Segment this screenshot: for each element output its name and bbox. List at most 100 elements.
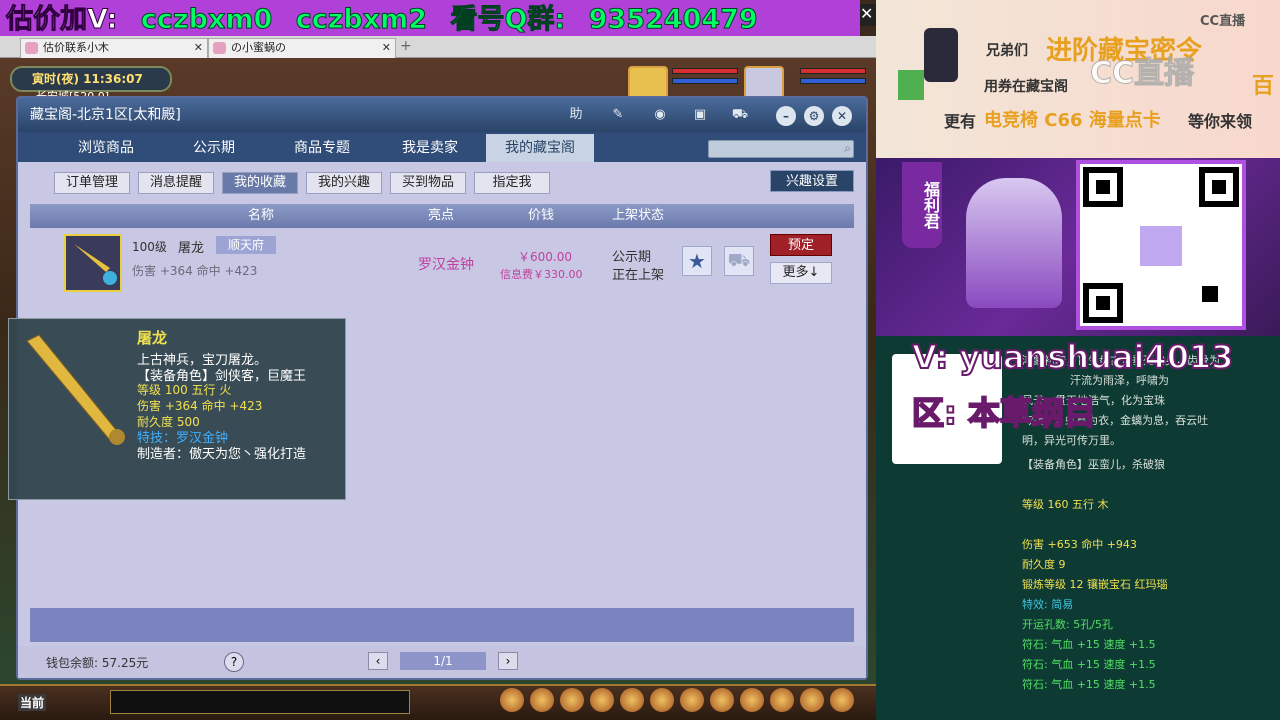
tab-seller[interactable]: 我是卖家 xyxy=(376,134,484,162)
browser-tab-2[interactable]: の小蜜蜗の ✕ xyxy=(208,38,396,58)
wallet-balance: 钱包余额: 57.25元 xyxy=(46,656,149,670)
table-header: 名称 亮点 价钱 上架状态 xyxy=(30,204,854,228)
info-line: 等级 160 五行 木 xyxy=(1022,498,1109,511)
favorite-star-icon[interactable]: ★ xyxy=(682,246,712,276)
cart-icon[interactable]: ⛟ xyxy=(730,106,750,124)
cc-logo-small: CC直播 xyxy=(1200,14,1246,29)
tab-close-icon[interactable]: ✕ xyxy=(194,39,203,57)
info-line: 明，异光可传万里。 xyxy=(1022,434,1121,447)
status-line-1: 公示期 xyxy=(612,250,652,265)
info-line: 伤害 +653 命中 +943 xyxy=(1022,538,1137,551)
chat-icon[interactable]: ▣ xyxy=(690,106,710,124)
browser-tab-bar: 估价联系小木 ✕ の小蜜蜗の ✕ xyxy=(0,36,876,58)
promo-banner: 估价加V: cczbxm0 cczbxm2 看号Q群: 935240479 xyxy=(0,0,860,40)
game-clock-time: 11:36:07 xyxy=(83,72,143,86)
gear-icon[interactable]: ⚙ xyxy=(804,106,824,126)
area-overlay: 区: 本草纲目 xyxy=(911,393,1097,433)
col-status: 上架状态 xyxy=(612,208,665,223)
browser-tab-label: の小蜜蜗の xyxy=(231,41,286,54)
search-input[interactable]: ⌕ xyxy=(708,140,854,158)
character-art xyxy=(966,178,1062,308)
item-highlight: 罗汉金钟 xyxy=(418,257,474,273)
contact-overlay: V: yuanshuai4013 xyxy=(911,337,1235,377)
info-line: 特效: 简易 xyxy=(1022,598,1074,611)
new-tab-icon[interactable]: + xyxy=(400,38,414,54)
ad-line-3b: 电竞椅 C66 海量点卡 xyxy=(984,110,1161,131)
more-button[interactable]: 更多↓ xyxy=(770,262,832,284)
minimize-icon[interactable]: – xyxy=(776,106,796,126)
info-fee: 信息费￥330.00 xyxy=(500,268,583,281)
menu-icon-1[interactable] xyxy=(500,688,524,712)
tab-browse[interactable]: 浏览商品 xyxy=(52,134,160,162)
banner-text-5: 935240479 xyxy=(588,4,758,36)
tooltip-maker: 制造者：傲天为您丶强化打造 xyxy=(137,447,307,462)
tab-close-icon[interactable]: ✕ xyxy=(382,39,391,57)
menu-icon-6[interactable] xyxy=(650,688,674,712)
subtab-messages[interactable]: 消息提醒 xyxy=(138,172,214,194)
reserve-button[interactable]: 预定 xyxy=(770,234,832,256)
prev-page-icon[interactable]: ‹ xyxy=(368,652,388,670)
close-icon[interactable]: ✕ xyxy=(832,106,852,126)
menu-icon-9[interactable] xyxy=(740,688,764,712)
add-to-cart-icon[interactable]: ⛟ xyxy=(724,246,754,276)
browser-tab-1[interactable]: 估价联系小木 ✕ xyxy=(20,38,208,58)
menu-icon-12[interactable] xyxy=(830,688,854,712)
page-indicator: 1/1 xyxy=(400,652,486,670)
pet-hp-bar xyxy=(672,68,738,74)
tooltip-stat-1: 等级 100 五行 火 xyxy=(137,383,232,397)
chat-input[interactable] xyxy=(110,690,410,714)
dialog-footer: 钱包余额: 57.25元 ? ‹ 1/1 › xyxy=(18,646,866,678)
menu-icon-10[interactable] xyxy=(770,688,794,712)
menu-icon-2[interactable] xyxy=(530,688,554,712)
subtab-purchased[interactable]: 买到物品 xyxy=(390,172,466,194)
subtab-interests[interactable]: 我的兴趣 xyxy=(306,172,382,194)
item-name[interactable]: 屠龙 xyxy=(178,237,204,256)
col-price: 价钱 xyxy=(528,208,555,223)
tab-public-period[interactable]: 公示期 xyxy=(160,134,268,162)
pin-icon[interactable]: ✎ xyxy=(608,106,628,124)
browser-tab-label: 估价联系小木 xyxy=(43,41,109,54)
sword-icon xyxy=(74,244,117,285)
ad-line-2b: 百 xyxy=(1252,74,1275,99)
tab-my-pavilion[interactable]: 我的藏宝阁 xyxy=(486,134,594,162)
ad-line-3a: 更有 xyxy=(944,112,977,131)
subtab-designated[interactable]: 指定我 xyxy=(474,172,550,194)
tab-favicon-icon xyxy=(25,42,38,54)
settings-circle-icon[interactable]: ◉ xyxy=(650,106,670,124)
col-highlight: 亮点 xyxy=(428,208,455,223)
info-line: 符石: 气血 +15 速度 +1.5 xyxy=(1022,658,1156,671)
info-line: 符石: 气血 +15 速度 +1.5 xyxy=(1022,678,1156,691)
card-icon xyxy=(898,70,924,100)
item-thumbnail[interactable] xyxy=(64,234,122,292)
table-row[interactable]: 100级 屠龙 顺天府 伤害 +364 命中 +423 罗汉金钟 ￥600.00… xyxy=(30,230,854,300)
stream-ad: 兄弟们 进阶藏宝密令 用券在藏宝阁 百 更有 电竞椅 C66 海量点卡 等你来领… xyxy=(876,0,1280,158)
info-line: 耐久度 9 xyxy=(1022,558,1066,571)
col-name: 名称 xyxy=(248,208,275,223)
help-question-icon[interactable]: ? xyxy=(224,652,244,672)
menu-icon-5[interactable] xyxy=(620,688,644,712)
interest-settings-button[interactable]: 兴趣设置 xyxy=(770,170,854,192)
menu-icon-7[interactable] xyxy=(680,688,704,712)
welfare-label: 福利君 xyxy=(902,162,942,248)
help-button[interactable]: 助 xyxy=(566,106,586,124)
chat-channel[interactable]: 当前 xyxy=(18,694,47,711)
subtab-favorites[interactable]: 我的收藏 xyxy=(222,172,298,194)
tooltip-title: 屠龙 xyxy=(137,329,168,347)
player-mp-bar xyxy=(800,78,866,84)
menu-icon-4[interactable] xyxy=(590,688,614,712)
info-line: 【装备角色】巫蛮儿，杀破狼 xyxy=(1022,458,1165,471)
subtab-orders[interactable]: 订单管理 xyxy=(54,172,130,194)
menu-icon-11[interactable] xyxy=(800,688,824,712)
ad-line-3c: 等你来领 xyxy=(1188,112,1253,131)
cc-logo-watermark: CC直播 xyxy=(1089,56,1195,92)
menu-icon-3[interactable] xyxy=(560,688,584,712)
window-close-icon[interactable]: ✕ xyxy=(860,4,876,26)
ad-line-1a: 兄弟们 xyxy=(986,43,1028,59)
menu-icon-8[interactable] xyxy=(710,688,734,712)
next-page-icon[interactable]: › xyxy=(498,652,518,670)
dialog-title: 藏宝阁-北京1区[太和殿] xyxy=(30,107,181,123)
dialog-titlebar[interactable]: 藏宝阁-北京1区[太和殿] 助 ✎ ◉ ▣ ⛟ – ⚙ ✕ xyxy=(18,98,866,132)
tab-topics[interactable]: 商品专题 xyxy=(268,134,376,162)
search-icon[interactable]: ⌕ xyxy=(844,141,851,156)
game-time-of-day: 寅时(夜) xyxy=(32,72,79,86)
